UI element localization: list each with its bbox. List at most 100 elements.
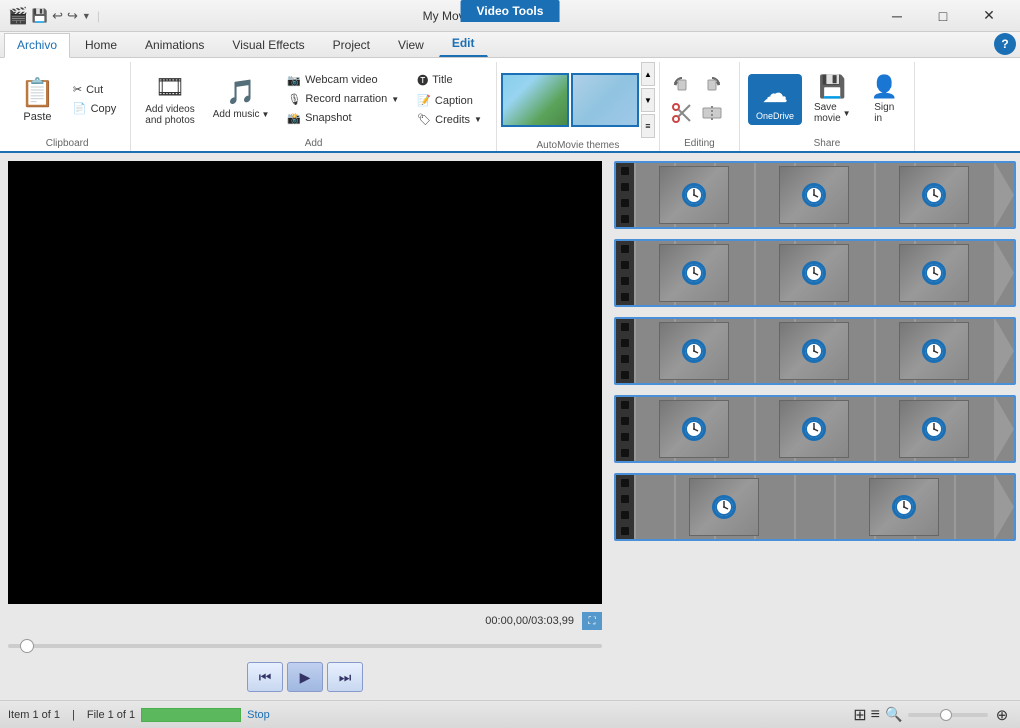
paste-label: Paste [23, 111, 51, 123]
save-icon[interactable]: 💾 [32, 8, 48, 24]
film-clock-icon [802, 339, 826, 363]
tab-home[interactable]: Home [72, 33, 130, 57]
save-movie-button[interactable]: 💾 Savemovie ▼ [806, 70, 859, 128]
film-clock-icon [682, 183, 706, 207]
film-frame [899, 166, 969, 224]
quick-access-toolbar[interactable]: 🎬 💾 ↩ ↪ ▼ | [8, 6, 102, 26]
redo-icon[interactable]: ↪ [67, 8, 78, 24]
save-movie-icon: 💾 [819, 74, 846, 100]
credits-icon: 🏷 [417, 113, 431, 126]
video-preview[interactable] [8, 161, 602, 604]
tab-view[interactable]: View [385, 33, 437, 57]
film-frame [779, 244, 849, 302]
play-forward-button[interactable]: ⏭ [327, 662, 363, 692]
add-videos-button[interactable]: 🎞 Add videosand photos [139, 69, 201, 130]
help-button[interactable]: ? [994, 33, 1016, 55]
snapshot-icon: 📸 [287, 112, 301, 125]
stop-label[interactable]: Stop [247, 709, 270, 721]
theme-scroll-up[interactable]: ▲ [641, 62, 655, 86]
film-strip-2[interactable] [614, 239, 1016, 307]
film-content-4 [634, 397, 994, 461]
theme-gray[interactable] [571, 73, 639, 127]
trim-icon [671, 102, 693, 124]
main-area: 00:00,00/03:03,99 ⛶ ⏮ ▶ ⏭ [0, 153, 1020, 700]
film-strip-arrow [994, 317, 1014, 385]
film-frame [899, 244, 969, 302]
zoom-slider-thumb[interactable] [940, 709, 952, 721]
restore-button[interactable]: □ [920, 0, 966, 32]
rotate-right-button[interactable] [698, 72, 726, 98]
zoom-out-button[interactable]: 🔍 [884, 705, 904, 725]
view-switch-icon1[interactable]: ⊞ [853, 705, 866, 725]
clipboard-label: Clipboard [46, 136, 89, 151]
tab-visual-effects[interactable]: Visual Effects [219, 33, 317, 57]
play-back-button[interactable]: ⏮ [247, 662, 283, 692]
zoom-slider[interactable] [908, 713, 988, 717]
add-music-button[interactable]: 🎵 Add music ▼ [207, 74, 276, 124]
film-clock-icon [802, 261, 826, 285]
theme-scroll-down[interactable]: ▼ [641, 88, 655, 112]
dropdown-icon[interactable]: ▼ [82, 11, 91, 21]
video-tools-tab[interactable]: Video Tools [461, 0, 560, 22]
credits-button[interactable]: 🏷 Credits ▼ [411, 111, 488, 128]
rotate-left-button[interactable] [668, 72, 696, 98]
webcam-button[interactable]: 📷 Webcam video [281, 72, 405, 89]
film-clock-icon [682, 339, 706, 363]
view-switch-icon2[interactable]: ≡ [871, 706, 880, 724]
film-clock-icon [682, 417, 706, 441]
cut-button[interactable]: ✂ Cut [67, 81, 122, 98]
undo-icon[interactable]: ↩ [52, 8, 63, 24]
copy-icon: 📄 [73, 102, 87, 115]
theme-scroll-more[interactable]: ≡ [641, 114, 655, 138]
film-strip-5[interactable] [614, 473, 1016, 541]
window-controls[interactable]: ─ □ ✕ [874, 0, 1012, 32]
film-content-3 [634, 319, 994, 383]
film-strip-4[interactable] [614, 395, 1016, 463]
item-count: Item 1 of 1 [8, 709, 60, 721]
separator1: | [72, 709, 75, 721]
separator: | [97, 9, 100, 23]
film-frame [689, 478, 759, 536]
film-frame [659, 166, 729, 224]
close-button[interactable]: ✕ [966, 0, 1012, 32]
timeline-area [610, 153, 1020, 700]
tab-archivo[interactable]: Archivo [4, 33, 70, 58]
tab-edit[interactable]: Edit [439, 31, 488, 57]
snapshot-button[interactable]: 📸 Snapshot [281, 110, 405, 127]
film-strip-3[interactable] [614, 317, 1016, 385]
seekbar[interactable] [8, 638, 602, 654]
onedrive-button[interactable]: ☁ OneDrive [748, 74, 802, 125]
film-clock-icon [682, 261, 706, 285]
app-icon: 🎬 [8, 6, 28, 26]
caption-button[interactable]: 📝 Caption [411, 92, 488, 109]
title-button[interactable]: 🅣 Title [411, 70, 488, 90]
zoom-in-button[interactable]: ⊕ [992, 705, 1012, 725]
split-button[interactable] [698, 100, 726, 126]
play-forward-icon: ⏭ [339, 669, 352, 686]
film-frame [899, 400, 969, 458]
sign-in-button[interactable]: 👤 Signin [863, 70, 906, 128]
tab-project[interactable]: Project [320, 33, 383, 57]
file-count: File 1 of 1 [87, 709, 135, 721]
add-music-icon: 🎵 [226, 78, 256, 107]
rotate-right-icon [702, 75, 722, 95]
film-strip-1[interactable] [614, 161, 1016, 229]
minimize-button[interactable]: ─ [874, 0, 920, 32]
seekbar-thumb[interactable] [20, 639, 34, 653]
add-videos-icon: 🎞 [155, 73, 185, 102]
automovie-group: ▲ ▼ ≡ AutoMovie themes [497, 62, 660, 151]
file-progress: File 1 of 1 Stop [87, 708, 270, 722]
trim-button[interactable] [668, 100, 696, 126]
fullscreen-button[interactable]: ⛶ [582, 612, 602, 630]
timeline-scroll[interactable] [610, 153, 1020, 700]
cloud-icon: ☁ [762, 78, 788, 109]
theme-nature[interactable] [501, 73, 569, 127]
play-button[interactable]: ▶ [287, 662, 323, 692]
paste-button[interactable]: 📋 Paste [12, 72, 63, 127]
film-clock-icon [802, 183, 826, 207]
editing-label: Editing [668, 136, 731, 151]
film-clock-icon [892, 495, 916, 519]
copy-button[interactable]: 📄 Copy [67, 100, 122, 117]
tab-animations[interactable]: Animations [132, 33, 217, 57]
narration-button[interactable]: 🎙 Record narration ▼ [281, 91, 405, 108]
